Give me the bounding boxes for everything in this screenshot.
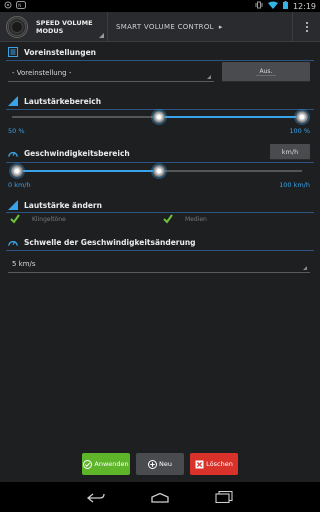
action-bar: SPEED VOLUME MODUS SMART VOLUME CONTROL … — [0, 11, 320, 42]
volume-slider-fill — [159, 116, 302, 118]
svg-text:N: N — [18, 3, 21, 9]
overflow-menu-icon[interactable] — [292, 12, 320, 42]
dropdown-corner-icon — [207, 75, 211, 79]
volume-min-thumb[interactable] — [153, 111, 165, 123]
speed-slider-fill — [17, 170, 159, 172]
ringtones-checkbox[interactable]: Klingeltöne — [10, 214, 66, 224]
speedometer-icon — [8, 237, 18, 247]
nfc-icon: N — [16, 0, 26, 12]
add-circle-icon — [148, 459, 157, 469]
unit-button-label: km/h — [281, 147, 299, 156]
speed-min-thumb[interactable] — [11, 165, 23, 177]
divider — [6, 212, 314, 213]
delete-button[interactable]: Löschen — [190, 453, 238, 475]
ringtones-label: Klingeltöne — [32, 215, 66, 223]
volume-bars-icon — [8, 200, 18, 210]
divider — [107, 11, 108, 42]
checkmark-icon — [10, 214, 20, 224]
nav-title[interactable]: SMART VOLUME CONTROL ▸ — [116, 23, 223, 31]
dropdown-corner-icon — [303, 266, 307, 270]
close-icon — [195, 460, 204, 468]
recent-apps-icon[interactable] — [215, 488, 233, 507]
app-title-line1: SPEED VOLUME — [36, 18, 93, 27]
navigation-bar — [0, 482, 320, 512]
section-title: Lautstärkebereich — [24, 96, 102, 106]
speedometer-icon — [8, 148, 18, 158]
media-checkbox[interactable]: Medien — [163, 214, 207, 224]
divider — [6, 60, 314, 61]
divider — [6, 162, 314, 163]
speed-max-label: 100 km/h — [279, 181, 310, 189]
apply-button-label: Anwenden — [94, 460, 129, 468]
wifi-icon — [267, 1, 278, 12]
home-icon[interactable] — [151, 488, 169, 507]
section-threshold: Schwelle der Geschwindigkeitsänderung — [0, 233, 320, 251]
off-button[interactable]: Aus. — [222, 62, 310, 82]
settings-icon — [4, 1, 12, 12]
volume-min-label: 50 % — [8, 127, 25, 135]
speed-min-label: 0 km/h — [8, 181, 31, 189]
app-title-line2: MODUS — [36, 26, 64, 35]
app-logo-icon[interactable] — [6, 15, 28, 38]
chevron-right-icon: ▸ — [218, 22, 223, 31]
mode-selector[interactable]: SPEED VOLUME MODUS — [36, 18, 104, 38]
speed-max-thumb[interactable] — [153, 165, 165, 177]
status-bar: N 12:19 — [0, 0, 320, 12]
vibrate-icon — [255, 1, 263, 12]
section-title: Voreinstellungen — [24, 47, 96, 57]
section-title: Lautstärke ändern — [24, 200, 102, 210]
threshold-spinner-value: 5 km/s — [12, 259, 36, 268]
list-icon — [8, 47, 18, 57]
checkmark-icon — [163, 214, 173, 224]
check-circle-icon — [83, 459, 93, 469]
new-button-label: Neu — [159, 460, 172, 468]
volume-bars-icon — [8, 96, 18, 106]
back-icon[interactable] — [86, 488, 105, 507]
dropdown-corner-icon — [99, 32, 104, 38]
off-button-label: Aus. — [259, 68, 273, 75]
section-title: Geschwindigkeitsbereich — [24, 148, 130, 158]
section-presets: Voreinstellungen — [0, 43, 320, 61]
divider — [6, 109, 314, 110]
new-button[interactable]: Neu — [136, 453, 184, 475]
volume-max-label: 100 % — [289, 127, 310, 135]
preset-spinner[interactable]: - Voreinstellung - — [8, 64, 214, 82]
preset-spinner-value: - Voreinstellung - — [12, 68, 72, 77]
threshold-spinner[interactable]: 5 km/s — [8, 255, 310, 273]
delete-button-label: Löschen — [206, 460, 233, 468]
battery-icon — [282, 0, 288, 12]
clock: 12:19 — [292, 1, 316, 11]
apply-button[interactable]: Anwenden — [82, 453, 130, 475]
button-underline — [256, 75, 276, 76]
section-volume-range: Lautstärkebereich — [0, 92, 320, 110]
unit-button[interactable]: km/h — [270, 144, 310, 160]
volume-max-thumb[interactable] — [296, 111, 308, 123]
nav-title-label: SMART VOLUME CONTROL — [116, 22, 214, 31]
divider — [6, 250, 314, 251]
section-title: Schwelle der Geschwindigkeitsänderung — [24, 237, 196, 247]
media-label: Medien — [185, 215, 207, 223]
